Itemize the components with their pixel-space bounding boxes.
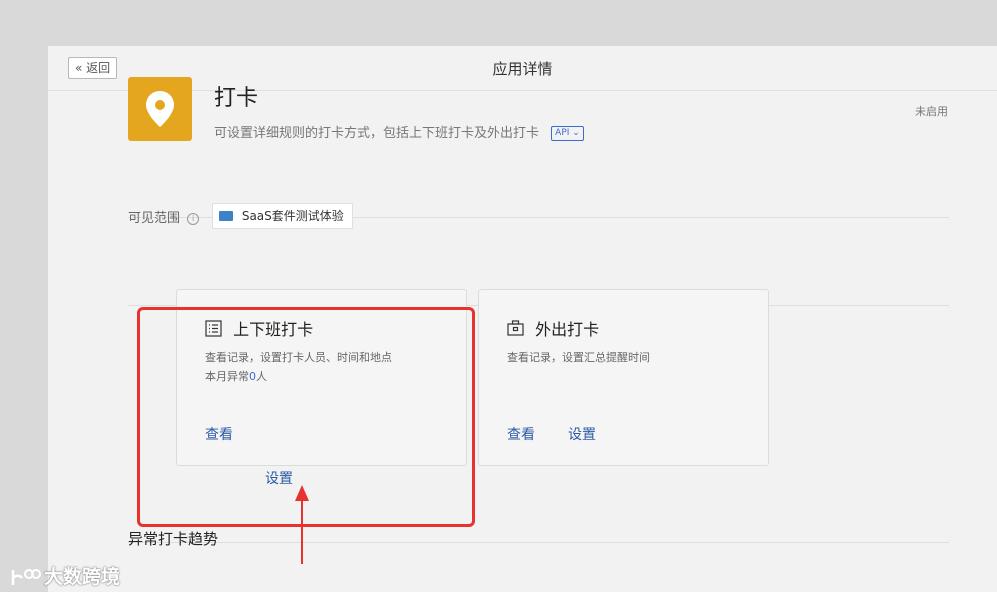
card-outing-checkin: 外出打卡 查看记录，设置汇总提醒时间 查看 设置 <box>478 289 769 466</box>
card-title-text: 外出打卡 <box>535 320 600 339</box>
app-description: 可设置详细规则的打卡方式，包括上下班打卡及外出打卡 API ⌄ <box>214 122 584 141</box>
scope-tag-label: SaaS套件测试体验 <box>241 209 344 223</box>
watermark: 大数跨境 <box>10 562 120 589</box>
app-description-text: 可设置详细规则的打卡方式，包括上下班打卡及外出打卡 <box>214 126 540 141</box>
divider <box>128 542 949 543</box>
card-title: 外出打卡 <box>507 316 599 340</box>
info-icon[interactable]: i <box>187 212 200 225</box>
visible-scope-text: 可见范围 <box>128 211 181 226</box>
app-status: 未启用 <box>915 105 948 118</box>
api-dropdown[interactable]: API ⌄ <box>551 126 584 141</box>
app-name: 打卡 <box>214 86 259 111</box>
annotation-arrow-icon <box>295 485 309 564</box>
location-pin-icon <box>128 77 192 141</box>
page-title: 应用详情 <box>492 60 553 78</box>
watermark-text: 大数跨境 <box>44 566 121 588</box>
view-link[interactable]: 查看 <box>507 424 535 444</box>
folder-icon <box>219 210 233 221</box>
card-desc-line: 查看记录，设置汇总提醒时间 <box>507 351 650 364</box>
scope-tag[interactable]: SaaS套件测试体验 <box>212 203 353 229</box>
trend-title: 异常打卡趋势 <box>128 530 219 548</box>
briefcase-icon <box>507 320 524 336</box>
card-description: 查看记录，设置汇总提醒时间 <box>507 348 650 367</box>
visible-scope-label: 可见范围 i <box>128 207 200 226</box>
watermark-logo-icon <box>11 568 41 585</box>
settings-link[interactable]: 设置 <box>568 424 596 444</box>
